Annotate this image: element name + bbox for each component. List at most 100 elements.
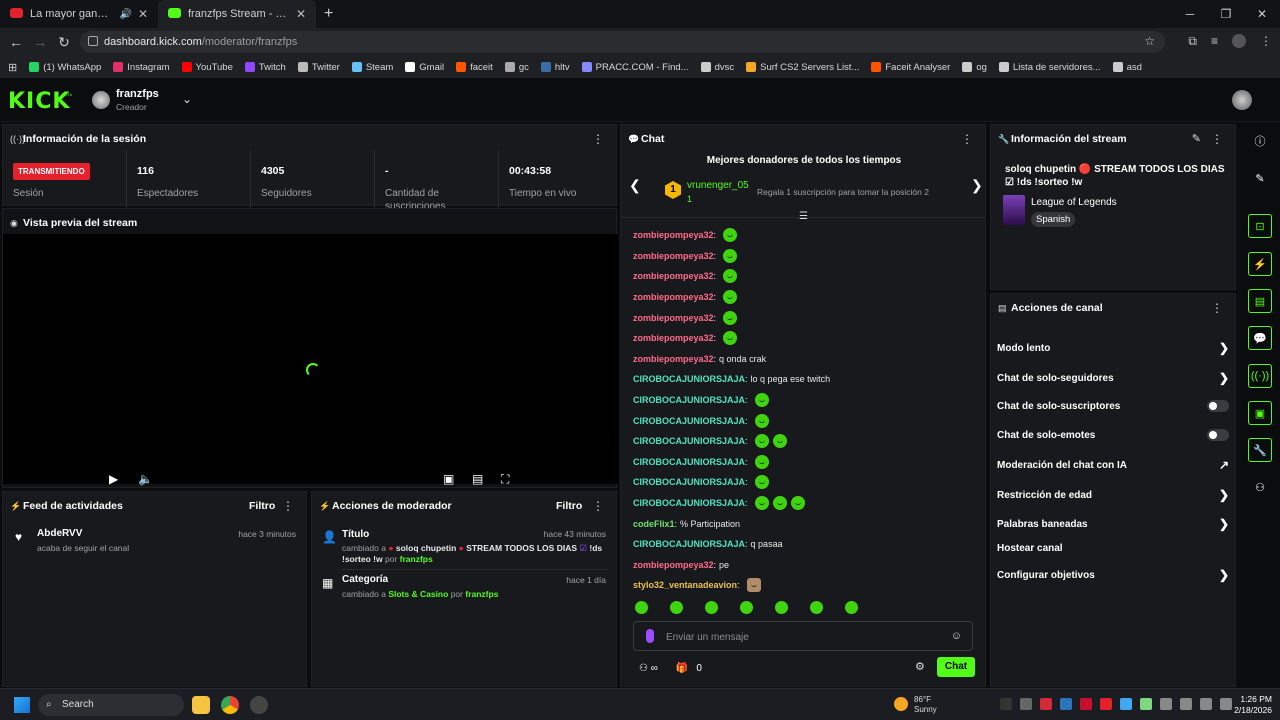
bookmark-star-icon[interactable]: ☆ [1144,34,1155,48]
chat-bubble-icon[interactable]: 💬 [1248,326,1272,350]
tray-icon[interactable] [1160,698,1172,710]
minimize-icon[interactable]: ─ [1172,0,1208,28]
close-tab-icon[interactable]: ✕ [138,7,148,21]
chevron-left-icon[interactable]: ❮ [629,177,641,194]
profile-avatar[interactable] [1232,34,1246,48]
chevron-right-icon[interactable]: ❯ [1219,341,1229,355]
speaker-icon[interactable]: 🔊 [119,9,131,20]
wrench-icon[interactable]: 🔧 [1248,438,1272,462]
pip-icon[interactable]: ▣ [443,472,454,486]
emote-icon[interactable] [705,601,718,614]
emote-icon[interactable] [723,248,738,263]
chevron-down-icon[interactable]: ⌄ [182,92,192,106]
emote-icon[interactable] [635,601,648,614]
clip-icon[interactable]: ⊡ [1248,214,1272,238]
browser-tab-active[interactable]: franzfps Stream - Kick Dashboa ✕ [158,0,316,28]
send-chat-button[interactable]: Chat [937,657,975,677]
chat-username[interactable]: zombiepompeya32 [633,333,714,343]
emote-icon[interactable] [754,475,769,490]
reload-icon[interactable]: ↻ [52,34,76,51]
browser-menu-icon[interactable]: ⋮ [1260,34,1272,49]
chat-username[interactable]: CIROBOCAJUNIORSJAJA [633,395,745,405]
windows-start-icon[interactable] [14,697,30,713]
chat-username[interactable]: CIROBOCAJUNIORSJAJA [633,457,745,467]
channel-action-item[interactable]: Chat de solo-emotes [997,429,1229,441]
bookmark-item[interactable]: Twitter [297,62,340,73]
gift-icon[interactable]: 🎁 [676,663,688,674]
emote-icon[interactable] [790,496,805,511]
address-bar[interactable]: dashboard.kick.com/moderator/franzfps ☆ [80,31,1165,53]
tray-icon[interactable] [1100,698,1112,710]
tray-icon[interactable] [1120,698,1132,710]
fullscreen-icon[interactable]: ⛶ [501,472,509,487]
toggle-switch[interactable] [1207,429,1229,441]
emote-icon[interactable] [723,310,738,325]
new-tab-button[interactable]: + [324,5,333,23]
tray-icon[interactable] [1020,698,1032,710]
chat-username[interactable]: CIROBOCAJUNIORSJAJA [633,498,745,508]
info-icon[interactable]: ⓘ [1248,129,1272,153]
chat-username[interactable]: zombiepompeya32 [633,313,714,323]
feed-user[interactable]: AbdeRVV [37,528,82,539]
bookmark-item[interactable]: (1) WhatsApp [29,62,101,73]
chat-username[interactable]: CIROBOCAJUNIORSJAJA [633,477,745,487]
donor-name[interactable]: vrunenger_05 [687,180,749,191]
emote-icon[interactable] [754,413,769,428]
chat-username[interactable]: zombiepompeya32 [633,354,714,364]
chrome-icon[interactable] [221,696,239,714]
chat-settings-icon[interactable]: ⚙ [915,660,925,673]
bookmark-item[interactable]: PRACC.COM - Find... [581,62,689,73]
media-icon[interactable]: ≡ [1211,34,1218,49]
chat-username[interactable]: zombiepompeya32 [633,271,714,281]
more-options-icon[interactable]: ⋮ [961,132,973,146]
emote-icon[interactable] [754,434,769,449]
channel-action-item[interactable]: Moderación del chat con IA ↗ [997,458,1229,472]
bookmark-item[interactable]: dvsc [700,62,734,73]
volume-icon[interactable]: 🔈 [138,472,153,486]
external-link-icon[interactable]: ↗ [1219,458,1229,472]
channel-avatar[interactable] [92,91,110,109]
chat-username[interactable]: zombiepompeya32 [633,560,714,570]
chevron-right-icon[interactable]: ❯ [1219,517,1229,531]
bookmark-item[interactable]: YouTube [181,62,233,73]
apps-grid-icon[interactable]: ⊞ [8,61,17,74]
chat-username[interactable]: zombiepompeya32 [633,230,714,240]
channel-action-item[interactable]: Configurar objetivos ❯ [997,568,1229,582]
channel-action-item[interactable]: Modo lento ❯ [997,341,1229,355]
emote-icon[interactable] [772,496,787,511]
bookmark-item[interactable]: hltv [540,62,570,73]
more-options-icon[interactable]: ⋮ [1211,132,1223,146]
system-clock[interactable]: 1:26 PM 2/18/2026 [1226,694,1272,716]
channel-action-item[interactable]: Palabras baneadas ❯ [997,517,1229,531]
emote-icon[interactable] [746,578,761,593]
emote-icon[interactable] [754,393,769,408]
mod-filter-button[interactable]: Filtro [556,500,582,512]
close-tab-icon[interactable]: ✕ [296,7,306,21]
emote-icon[interactable] [670,601,683,614]
bookmark-item[interactable]: gc [504,62,529,73]
extensions-icon[interactable]: ⧉ [1188,34,1197,49]
chat-username[interactable]: codeFlix1 [633,519,675,529]
lightning-icon[interactable]: ⚡ [1248,252,1272,276]
channel-action-item[interactable]: Chat de solo-seguidores ❯ [997,371,1229,385]
chat-username[interactable]: CIROBOCAJUNIORSJAJA [633,436,745,446]
emote-icon[interactable] [810,601,823,614]
channel-action-item[interactable]: Hostear canal [997,543,1229,554]
emote-icon[interactable] [723,290,738,305]
channel-points-icon[interactable]: ⚇ ∞ [639,663,658,674]
game-name[interactable]: League of Legends [1031,197,1117,208]
emote-icon[interactable] [754,454,769,469]
forward-icon[interactable]: → [28,34,52,50]
layout-icon[interactable]: ▣ [1248,401,1272,425]
taskbar-search[interactable]: ⌕ Search [38,694,184,716]
browser-tab[interactable]: La mayor ganancia del día 🔊 ✕ [0,0,158,28]
emote-icon[interactable] [740,601,753,614]
chevron-right-icon[interactable]: ❯ [1219,371,1229,385]
bookmark-item[interactable]: og [962,62,987,73]
bookmark-item[interactable]: Lista de servidores... [998,62,1101,73]
bookmark-item[interactable]: Faceit Analyser [871,62,950,73]
pencil-icon[interactable]: ✎ [1248,166,1272,190]
channel-action-item[interactable]: Chat de solo-suscriptores [997,400,1229,412]
bookmark-item[interactable]: Surf CS2 Servers List... [746,62,859,73]
feed-filter-button[interactable]: Filtro [249,500,275,512]
